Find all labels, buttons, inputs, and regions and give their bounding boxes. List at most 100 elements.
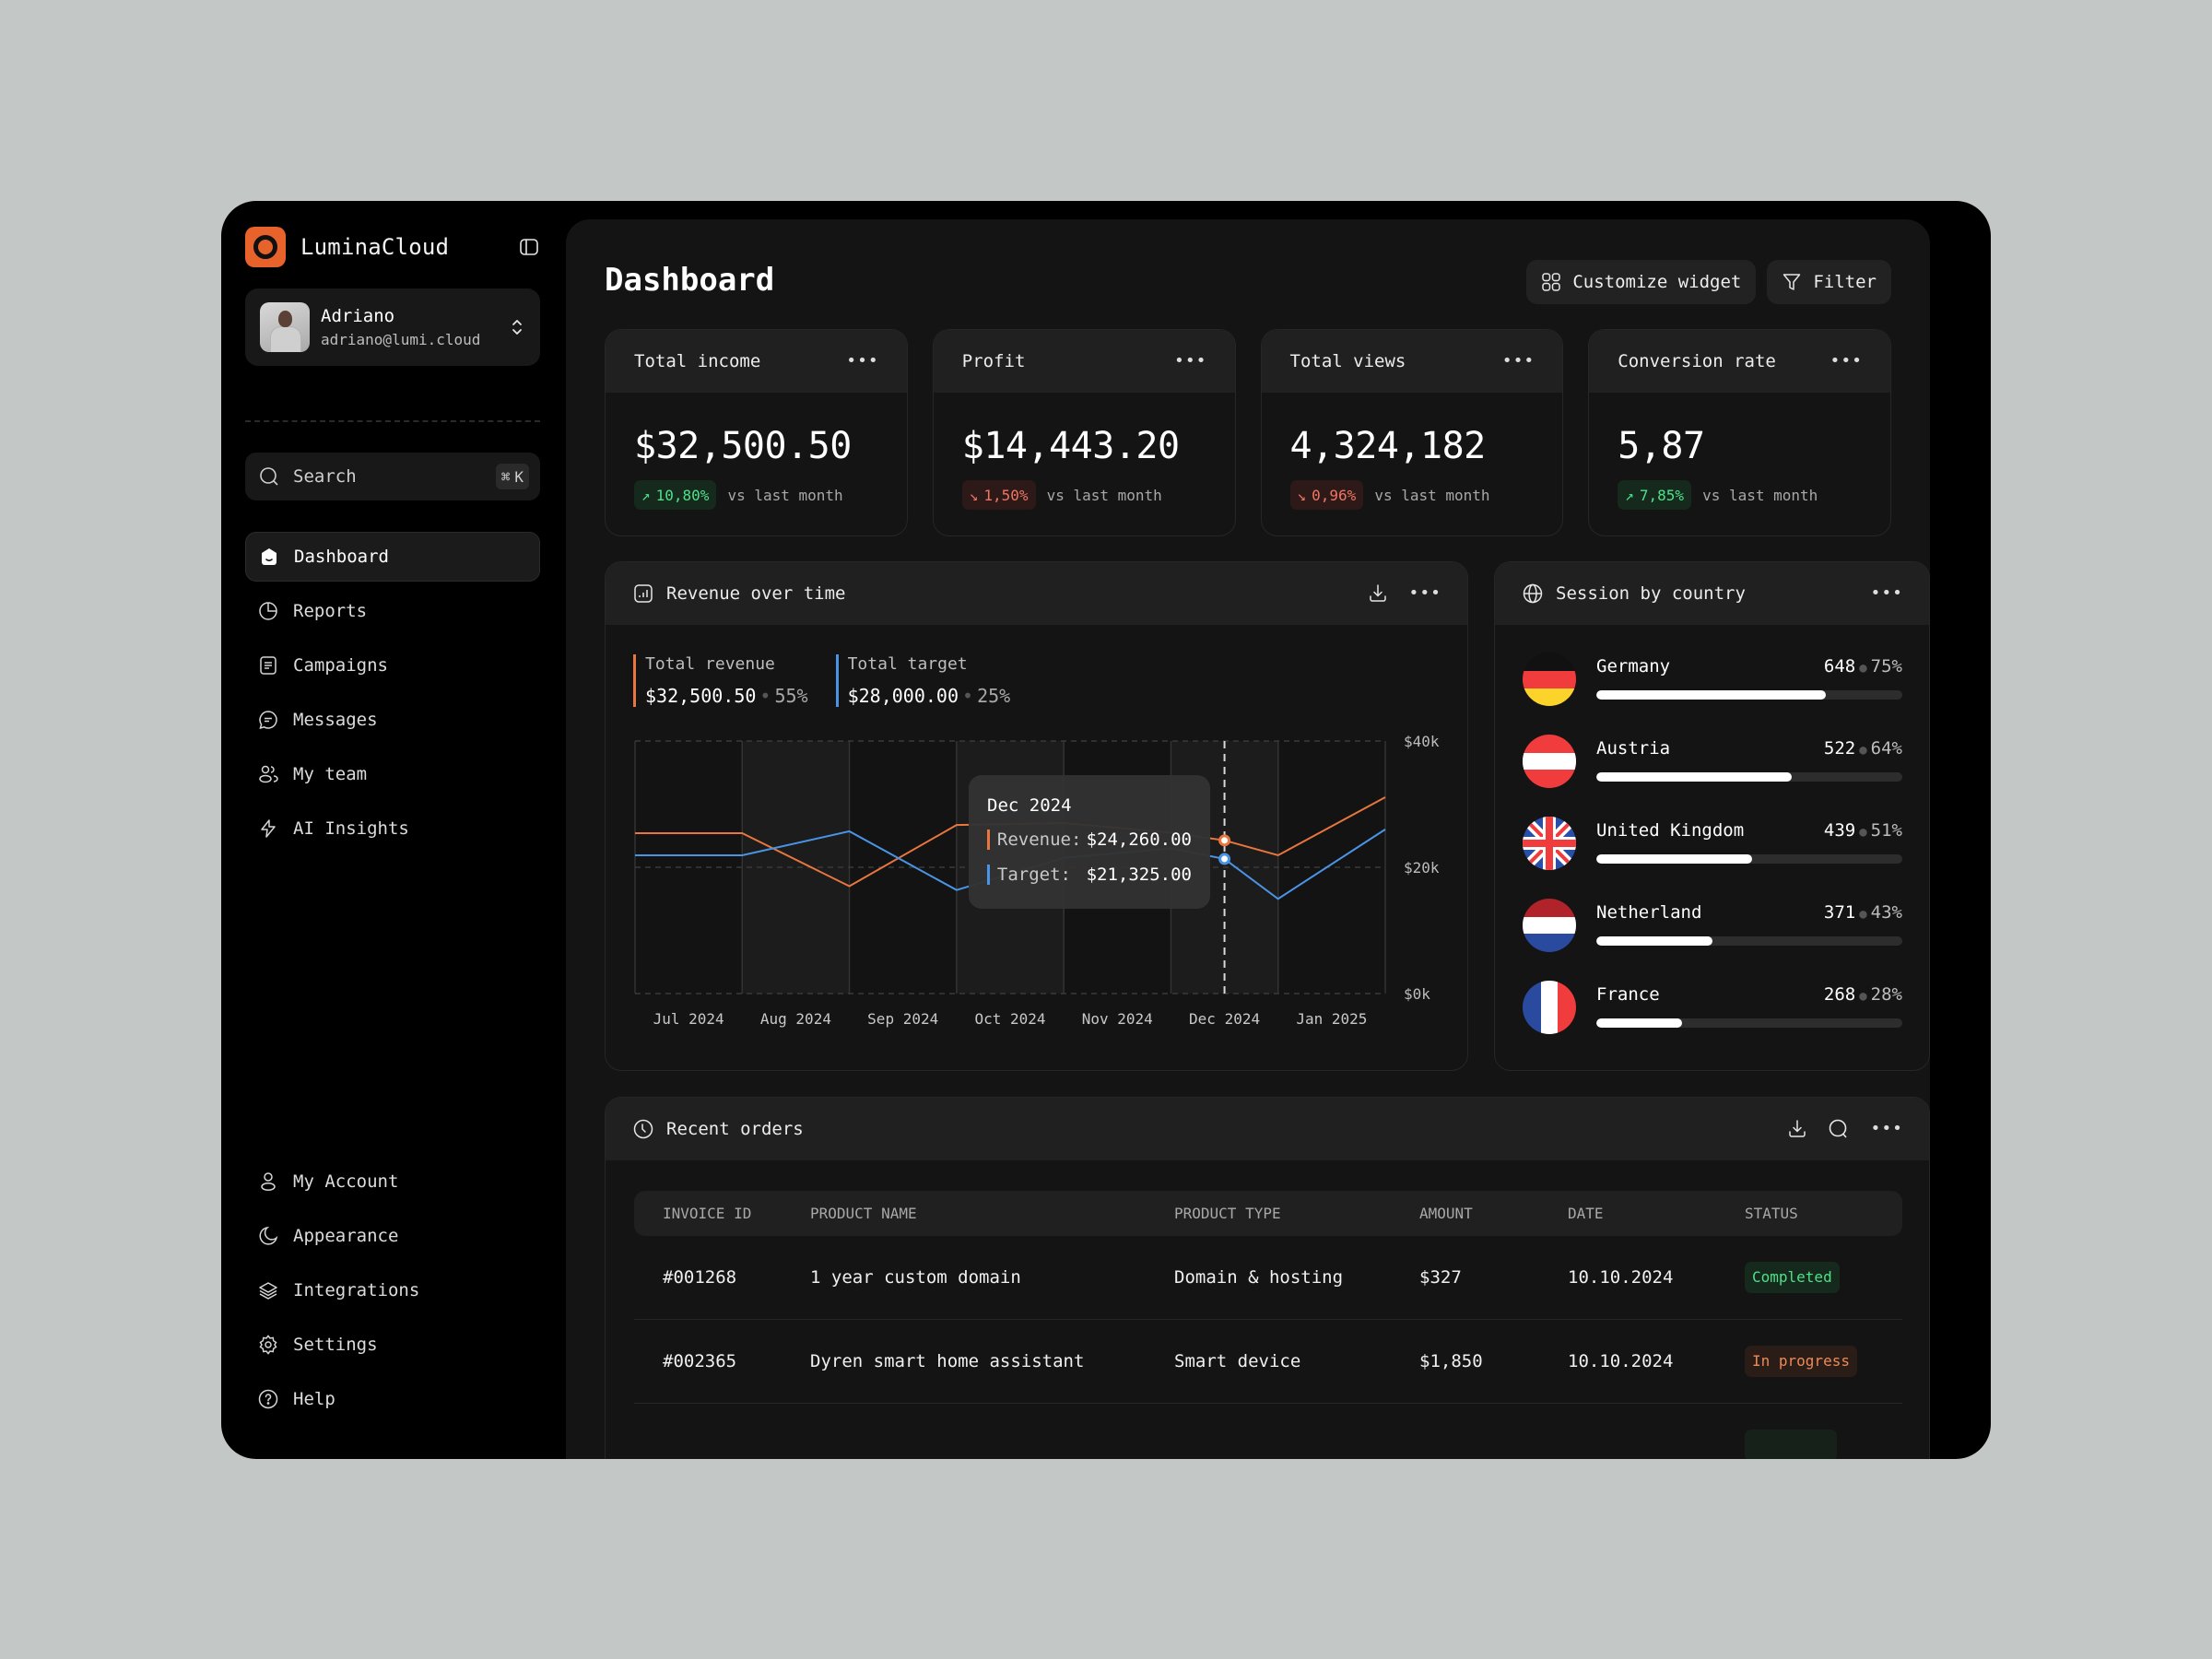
hover-point-target (1218, 853, 1231, 865)
stat-card-total-views: Total views ••• 4,324,182 ↘ 0,96% vs last m… (1260, 329, 1564, 536)
sidebar-item-appearance[interactable]: Appearance (245, 1211, 540, 1261)
column-header-amount[interactable]: AMOUNT (1419, 1191, 1473, 1236)
legend-label: Total revenue (645, 654, 775, 674)
download-icon[interactable] (1368, 583, 1388, 604)
table-row-partial[interactable] (634, 1404, 1902, 1459)
country-name: Austria (1596, 738, 1671, 759)
flag-gb-icon (1523, 817, 1576, 870)
x-axis-tick-label: Oct 2024 (974, 1010, 1045, 1028)
customize-widget-label: Customize widget (1572, 272, 1742, 292)
more-icon[interactable]: ••• (1502, 353, 1535, 370)
sidebar-item-reports[interactable]: Reports (245, 586, 540, 636)
stat-card-total-income: Total income ••• $32,500.50 ↗ 10,80% vs las… (605, 329, 908, 536)
column-header-product-name[interactable]: PRODUCT NAME (810, 1191, 917, 1236)
sidebar-item-help[interactable]: Help (245, 1374, 540, 1424)
session-panel: Session by country ••• Germany 648 ● 75% Aus… (1494, 561, 1930, 1071)
table-row[interactable]: #002365 Dyren smart home assistant Smart… (634, 1320, 1902, 1404)
cell-amount: $327 (1419, 1267, 1462, 1288)
delta-badge: ↘ 1,50% (961, 480, 1036, 510)
home-icon (259, 547, 279, 567)
status-badge: Completed (1745, 1262, 1840, 1293)
stat-title: Profit (961, 351, 1026, 371)
column-header-status[interactable]: STATUS (1745, 1191, 1798, 1236)
country-stats: 371 ● 43% (1823, 902, 1902, 923)
country-stats: 522 ● 64% (1823, 738, 1902, 759)
sidebar-item-messages[interactable]: Messages (245, 695, 540, 745)
sidebar-item-label: Messages (293, 710, 378, 730)
cell-product-type: Domain & hosting (1174, 1267, 1344, 1288)
compare-label: vs last month (1702, 486, 1818, 504)
more-icon[interactable]: ••• (1870, 1121, 1903, 1137)
more-icon[interactable]: ••• (1870, 585, 1903, 602)
country-row: Austria 522 ● 64% (1523, 735, 1902, 790)
stat-value: $14,443.20 (961, 425, 1180, 467)
country-stats: 268 ● 28% (1823, 984, 1902, 1005)
legend-value: $32,500.50 (645, 685, 757, 707)
sidebar-item-label: My team (293, 764, 368, 784)
sidebar: LuminaCloud Adriano adriano@lumi.cloud S… (245, 227, 540, 1459)
country-name: Netherland (1596, 902, 1702, 923)
country-stats: 439 ● 51% (1823, 820, 1902, 841)
search-icon[interactable] (1828, 1118, 1850, 1140)
flag-nl-icon (1523, 899, 1576, 952)
user-name: Adriano (321, 306, 395, 326)
sidebar-item-integrations[interactable]: Integrations (245, 1265, 540, 1315)
sidebar-item-label: AI Insights (293, 818, 409, 839)
y-axis-tick-label: $0k (1404, 985, 1430, 1003)
user-switcher[interactable]: Adriano adriano@lumi.cloud (245, 288, 540, 366)
stat-value: $32,500.50 (634, 425, 852, 467)
legend-pct: 25% (977, 685, 1011, 707)
x-axis-tick-label: Jan 2025 (1296, 1010, 1367, 1028)
country-row: France 268 ● 28% (1523, 981, 1902, 1036)
sidebar-item-my-account[interactable]: My Account (245, 1157, 540, 1206)
chevron-up-down-icon (511, 316, 524, 338)
sidebar-item-ai-insights[interactable]: AI Insights (245, 804, 540, 853)
sidebar-item-label: Dashboard (294, 547, 389, 567)
sidebar-item-dashboard[interactable]: Dashboard (245, 532, 540, 582)
country-name: Germany (1596, 656, 1671, 677)
country-row: Netherland 371 ● 43% (1523, 899, 1902, 954)
sidebar-item-my-team[interactable]: My team (245, 749, 540, 799)
more-icon[interactable]: ••• (1174, 353, 1207, 370)
avatar (260, 302, 310, 352)
column-header-invoice-id[interactable]: INVOICE ID (663, 1191, 751, 1236)
more-icon[interactable]: ••• (846, 353, 879, 370)
sidebar-item-campaigns[interactable]: Campaigns (245, 641, 540, 690)
cell-product-name: 1 year custom domain (810, 1267, 1021, 1288)
status-badge (1745, 1430, 1837, 1459)
filter-label: Filter (1813, 272, 1877, 292)
compare-label: vs last month (727, 486, 843, 504)
tooltip-value: $21,325.00 (1086, 865, 1192, 885)
user-email: adriano@lumi.cloud (321, 331, 481, 348)
country-count: 268 (1823, 984, 1856, 1005)
shortcut-key: K (514, 467, 524, 486)
country-pct: 43% (1870, 902, 1902, 923)
sidebar-toggle-icon[interactable] (518, 236, 540, 258)
country-count: 439 (1823, 820, 1856, 841)
filter-button[interactable]: Filter (1767, 260, 1891, 304)
download-icon[interactable] (1787, 1119, 1807, 1139)
country-row: United Kingdom 439 ● 51% (1523, 817, 1902, 872)
more-icon[interactable]: ••• (1830, 353, 1863, 370)
tooltip-title: Dec 2024 (987, 795, 1072, 816)
progress-track (1596, 936, 1902, 946)
panel-title: Session by country (1556, 583, 1746, 604)
country-name: France (1596, 984, 1660, 1005)
tooltip-key: Target: (996, 865, 1071, 885)
pie-chart-icon (258, 601, 278, 621)
search-input[interactable]: Search ⌘ K (245, 453, 540, 500)
flag-fr-icon (1523, 981, 1576, 1034)
progress-fill (1596, 854, 1753, 864)
more-icon[interactable]: ••• (1408, 585, 1441, 602)
customize-widget-button[interactable]: Customize widget (1526, 260, 1757, 304)
stat-title: Total income (634, 351, 761, 371)
sidebar-item-settings[interactable]: Settings (245, 1320, 540, 1370)
column-header-date[interactable]: DATE (1568, 1191, 1604, 1236)
revenue-panel: Revenue over time ••• Total revenue $32,… (605, 561, 1468, 1071)
x-axis-tick-label: Jul 2024 (653, 1010, 724, 1028)
table-row[interactable]: #001268 1 year custom domain Domain & ho… (634, 1236, 1902, 1320)
cell-product-type: Smart device (1174, 1351, 1301, 1371)
column-header-product-type[interactable]: PRODUCT TYPE (1174, 1191, 1281, 1236)
compare-label: vs last month (1046, 486, 1162, 504)
delta-value: 7,85% (1639, 486, 1685, 504)
